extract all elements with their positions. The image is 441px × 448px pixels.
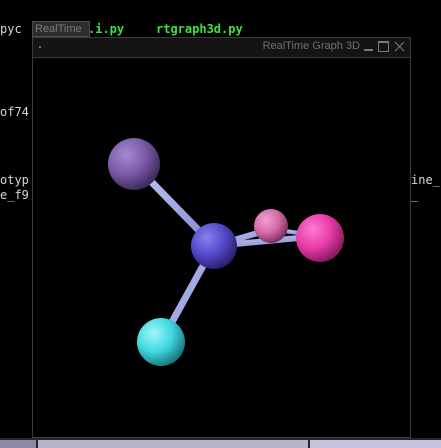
window-titlebar[interactable]: RealTime Graph 3D (33, 38, 410, 58)
close-icon[interactable] (394, 41, 405, 52)
graph-3d-canvas[interactable] (33, 58, 410, 438)
terminal-text-ine: ine_ (411, 173, 440, 187)
taskbar-item[interactable] (38, 440, 308, 448)
graph-node-cyan[interactable] (137, 318, 185, 366)
taskbar-item[interactable] (310, 440, 441, 448)
maximize-icon[interactable] (378, 41, 389, 52)
graph-3d-viewport[interactable] (33, 58, 410, 437)
graph-node-purple[interactable] (108, 138, 160, 190)
terminal-text-rtgraph3d-py: rtgraph3d.py (156, 22, 243, 36)
graph-node-pink[interactable] (254, 209, 288, 243)
terminal-text-file-i-py: .i.py (88, 22, 125, 36)
window-menu-icon[interactable] (39, 46, 41, 48)
minimize-icon[interactable] (363, 41, 374, 52)
terminal-text-underscore: _ (411, 188, 419, 202)
terminal-text-pyc: pyc (0, 22, 22, 36)
background-window-tab[interactable]: RealTime (32, 21, 90, 37)
taskbar (0, 438, 441, 448)
taskbar-item[interactable] (0, 440, 36, 448)
terminal-text-otyp: otyp (0, 173, 29, 187)
realtime-graph-window: RealTime Graph 3D (32, 37, 411, 438)
graph-node-center[interactable] (191, 223, 237, 269)
terminal-text-of74: of74 (0, 105, 29, 119)
graph-node-magenta[interactable] (296, 214, 344, 262)
window-title: RealTime Graph 3D (262, 40, 360, 52)
terminal-text-e-f9: e_f9 (0, 188, 29, 202)
